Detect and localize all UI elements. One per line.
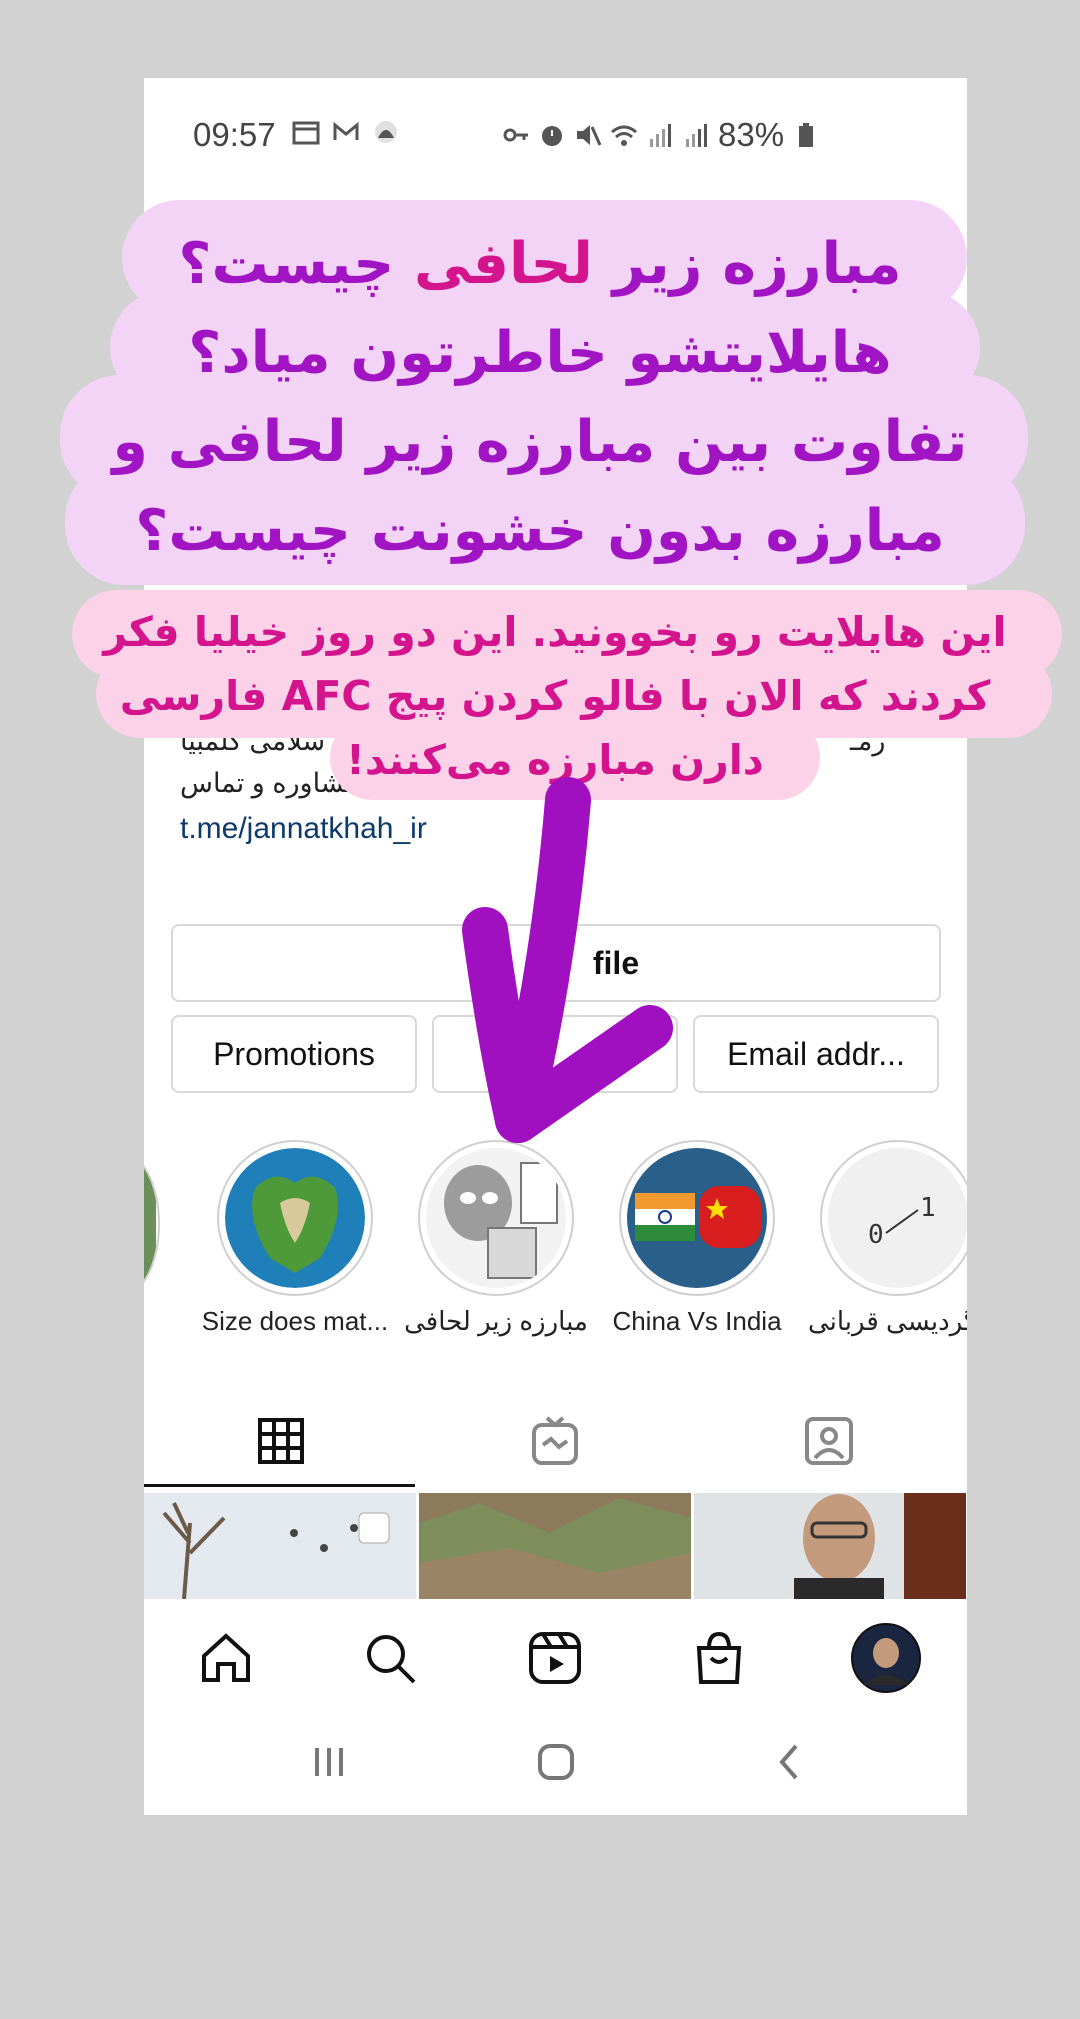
highlight-item[interactable]: 0 1 دگردیسی قربانی (803, 1140, 967, 1337)
promotions-button[interactable]: Promotions (171, 1015, 417, 1093)
highlight-label: مبارزه زیر لحافی (404, 1306, 588, 1336)
search-icon (367, 1635, 416, 1684)
title-line-1-accent: لحافی (414, 231, 593, 297)
alarm-icon (542, 126, 562, 146)
highlight-partial[interactable] (144, 1152, 160, 1296)
title-line-1-a: مبارزه زیر (612, 231, 902, 297)
highlight-item[interactable]: Size does mat... (200, 1140, 390, 1337)
tagged-icon (805, 1417, 853, 1465)
grid-icon (258, 1418, 304, 1464)
cartoon-image (426, 1148, 566, 1288)
back-icon[interactable] (770, 1742, 810, 1782)
story-title-text: مبارزه زیر لحافی چیست؟ هایلایتشو خاطرتون… (60, 220, 1020, 576)
highlight-cover: 0 1 (820, 1140, 967, 1296)
tab-igtv[interactable] (418, 1396, 692, 1486)
india-china-flags-image (627, 1148, 767, 1288)
tab-tagged[interactable] (692, 1396, 966, 1486)
nav-reels[interactable] (525, 1628, 585, 1688)
wifi-icon (611, 125, 637, 146)
post-thumbnail[interactable] (694, 1493, 966, 1599)
signal-icon-2 (686, 124, 707, 147)
igtv-icon (532, 1416, 578, 1465)
status-bar: 09:57 83% (144, 78, 967, 188)
email-button[interactable]: Email addr... (693, 1015, 939, 1093)
mute-icon (577, 125, 602, 146)
portrait-image (694, 1493, 966, 1599)
snowy-tree-image (144, 1493, 416, 1599)
story-highlights: Size does mat... مبارزه زیر لحافی China … (144, 1140, 967, 1336)
shop-icon (696, 1631, 742, 1684)
signal-icon (650, 124, 671, 147)
active-tab-indicator (144, 1484, 415, 1487)
battery-percent: 83% (718, 116, 785, 153)
title-line-1: مبارزه زیر لحافی چیست؟ (60, 220, 1020, 309)
post-thumbnail[interactable] (419, 1493, 691, 1599)
reels-icon (529, 1632, 581, 1684)
highlight-label: China Vs India (612, 1306, 782, 1336)
earth-map-image (225, 1148, 365, 1288)
svg-text:0: 0 (868, 1220, 884, 1250)
email-button-label: Email addr... (727, 1035, 905, 1072)
title-line-3: تفاوت بین مبارزه زیر لحافی و (112, 409, 968, 475)
sub-line-1: این هایلایت رو بخوونید. این دو روز خیلیا… (103, 608, 1007, 656)
highlight-label: Size does mat... (201, 1306, 389, 1336)
highlight-cover (217, 1140, 373, 1296)
highlight-label: دگردیسی قربانی (807, 1306, 967, 1336)
zero-one-image: 0 1 (828, 1148, 967, 1288)
drawn-arrow-icon (462, 777, 673, 1143)
profile-avatar (851, 1623, 921, 1693)
mountain-image (419, 1493, 691, 1599)
highlight-item[interactable]: China Vs India (602, 1140, 792, 1337)
profile-tabs (144, 1396, 967, 1486)
title-line-2: هایلایتشو خاطرتون میاد؟ (188, 320, 892, 386)
system-status-icons: 83% (502, 116, 820, 154)
tab-posts[interactable] (144, 1396, 418, 1486)
home-icon (202, 1633, 250, 1682)
battery-icon (799, 123, 814, 147)
title-line-4: مبارزه بدون خشونت چیست؟ (135, 498, 945, 564)
gmail-icon (333, 121, 359, 140)
highlight-cover (619, 1140, 775, 1296)
title-line-1-b: چیست؟ (178, 231, 395, 297)
recent-apps-icon[interactable] (309, 1742, 349, 1782)
nav-shop[interactable] (689, 1628, 749, 1688)
app-icon (375, 121, 397, 143)
bottom-navigation (144, 1600, 967, 1710)
highlight-cover (418, 1140, 574, 1296)
status-time: 09:57 (193, 116, 276, 153)
nav-search[interactable] (360, 1628, 420, 1688)
bio-link[interactable]: t.me/jannatkhah_ir (180, 812, 427, 846)
home-button-icon[interactable] (536, 1742, 576, 1782)
calendar-icon (292, 121, 320, 145)
nav-home[interactable] (196, 1628, 256, 1688)
nav-profile[interactable] (850, 1622, 922, 1694)
system-navigation (144, 1718, 967, 1808)
post-thumbnail[interactable] (144, 1493, 416, 1599)
notification-icons (292, 118, 400, 146)
post-grid (144, 1493, 967, 1599)
svg-text:1: 1 (920, 1193, 936, 1223)
key-icon (503, 128, 528, 142)
promotions-label: Promotions (213, 1035, 375, 1072)
highlight-item[interactable]: مبارزه زیر لحافی (401, 1140, 591, 1337)
sub-line-2: کردند که الان با فالو کردن پیج AFC فارسی (119, 672, 991, 720)
